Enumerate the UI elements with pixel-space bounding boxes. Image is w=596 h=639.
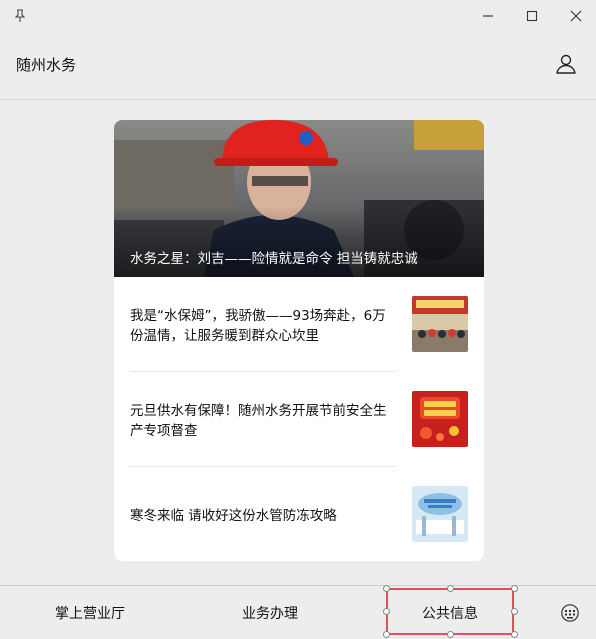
selection-handle[interactable] [511, 585, 518, 592]
selection-handle[interactable] [383, 608, 390, 615]
user-icon[interactable] [554, 52, 578, 76]
news-thumbnail [412, 486, 468, 542]
news-title: 寒冬来临 请收好这份水管防冻攻略 [130, 508, 337, 524]
minimize-icon[interactable] [478, 6, 498, 26]
hero-banner[interactable]: 水务之星：刘吉——险情就是命令 担当铸就忠诚 [114, 120, 484, 277]
news-title: 元旦供水有保障！随州水务开展节前安全生产专项督查 [130, 403, 387, 439]
close-icon[interactable] [566, 6, 586, 26]
news-item[interactable]: 元旦供水有保障！随州水务开展节前安全生产专项督查 [114, 372, 484, 467]
hero-caption: 水务之星：刘吉——险情就是命令 担当铸就忠诚 [130, 251, 418, 267]
window-titlebar [0, 0, 596, 32]
app-header: 随州水务 [0, 32, 596, 100]
selection-handle[interactable] [447, 585, 454, 592]
news-card: 水务之星：刘吉——险情就是命令 担当铸就忠诚 我是“水保姆”，我骄傲——93场奔… [114, 120, 484, 561]
tab-zhangshang-yingyeting[interactable]: 掌上营业厅 [0, 586, 180, 639]
keyboard-icon[interactable] [560, 603, 580, 623]
selection-handle[interactable] [383, 631, 390, 638]
selection-handle[interactable] [511, 631, 518, 638]
pin-icon[interactable] [10, 6, 30, 26]
news-title: 我是“水保姆”，我骄傲——93场奔赴，6万份温情，让服务暖到群众心坎里 [130, 308, 386, 344]
tab-yewu-banli[interactable]: 业务办理 [180, 586, 360, 639]
selection-box [386, 588, 514, 635]
selection-handle[interactable] [447, 631, 454, 638]
selection-handle[interactable] [511, 608, 518, 615]
news-thumbnail [412, 296, 468, 352]
selection-handle[interactable] [383, 585, 390, 592]
news-thumbnail [412, 391, 468, 447]
maximize-icon[interactable] [522, 6, 542, 26]
app-title: 随州水务 [16, 56, 77, 74]
news-item[interactable]: 我是“水保姆”，我骄傲——93场奔赴，6万份温情，让服务暖到群众心坎里 [114, 277, 484, 372]
news-item[interactable]: 寒冬来临 请收好这份水管防冻攻略 [114, 467, 484, 561]
